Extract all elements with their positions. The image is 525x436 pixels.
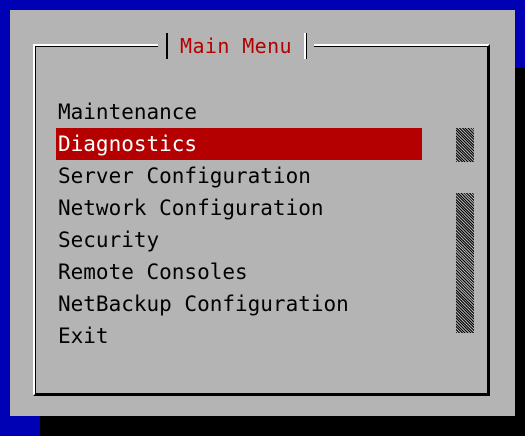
menu-item-exit[interactable]: Exit (56, 320, 422, 352)
menu-item-remote-consoles[interactable]: Remote Consoles (56, 256, 422, 288)
menu-item-security[interactable]: Security (56, 224, 422, 256)
menu-item-diagnostics[interactable]: Diagnostics (56, 128, 422, 160)
scroll-thumb-icon[interactable] (456, 128, 474, 162)
dialog-title-bar: Main Menu (158, 32, 314, 60)
main-menu-list: Maintenance Diagnostics Server Configura… (56, 96, 422, 352)
menu-item-network-configuration[interactable]: Network Configuration (56, 192, 422, 224)
scroll-track[interactable] (456, 193, 474, 333)
title-right-divider (303, 33, 306, 59)
menu-item-maintenance[interactable]: Maintenance (56, 96, 422, 128)
menu-item-netbackup-configuration[interactable]: NetBackup Configuration (56, 288, 422, 320)
menu-item-server-configuration[interactable]: Server Configuration (56, 160, 422, 192)
main-menu-dialog: Main Menu Maintenance Diagnostics Server… (10, 10, 515, 416)
dialog-title: Main Menu (180, 34, 292, 58)
